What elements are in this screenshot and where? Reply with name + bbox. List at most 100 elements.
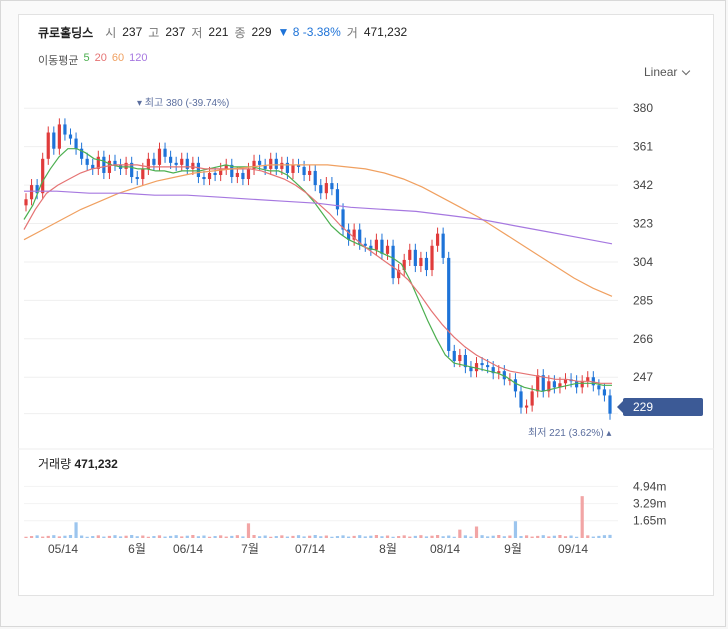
volume-bar	[291, 535, 295, 538]
volume-bar	[258, 536, 262, 538]
candle-body	[447, 257, 451, 351]
volume-bar	[480, 535, 484, 538]
candle-body	[241, 172, 245, 180]
volume-bar	[458, 529, 462, 538]
x-tick-label: 9월	[504, 542, 522, 556]
candle-body	[207, 172, 212, 180]
volume-bar	[324, 535, 328, 538]
candle-body	[413, 249, 417, 266]
candle-body	[274, 158, 278, 169]
volume-bar	[308, 535, 312, 538]
candle-body	[458, 354, 462, 362]
candle-body	[430, 245, 434, 271]
candle-body	[41, 158, 45, 194]
candle-body	[141, 168, 145, 180]
candle-body	[575, 381, 579, 388]
volume-bar	[169, 535, 173, 538]
volume-bar	[135, 536, 139, 538]
volume-title-label: 거래량	[38, 457, 72, 471]
candle-body	[135, 177, 139, 180]
candle-body	[85, 158, 89, 165]
volume-bar	[230, 535, 234, 538]
volume-bar	[352, 535, 356, 538]
volume-title: 거래량 471,232	[38, 455, 118, 472]
price-tick-label: 304	[633, 255, 653, 269]
candle-body	[180, 158, 184, 165]
volume-bar	[541, 535, 545, 538]
candle-body	[68, 134, 73, 139]
volume-bar	[185, 535, 189, 538]
volume-bar	[497, 535, 501, 538]
candle-body	[102, 156, 106, 173]
volume-bar	[46, 535, 50, 538]
candle-body	[608, 395, 612, 414]
candle-body	[486, 365, 490, 368]
volume-bar	[246, 523, 251, 538]
x-tick-label: 8월	[379, 542, 397, 556]
volume-bar	[29, 536, 34, 538]
volume-bar	[502, 536, 506, 538]
x-tick-label: 08/14	[430, 542, 460, 556]
candle-body	[602, 389, 607, 396]
volume-bar	[130, 535, 134, 538]
volume-bar	[580, 496, 584, 538]
price-tick-label: 342	[633, 178, 653, 192]
volume-bar	[363, 536, 367, 538]
candle-body	[330, 183, 334, 190]
volume-bar	[513, 521, 518, 538]
volume-bar	[424, 536, 429, 538]
volume-bar	[213, 536, 217, 538]
candle-body	[63, 124, 67, 135]
candle-body	[246, 168, 251, 180]
candle-body	[435, 233, 440, 246]
volume-bar	[330, 536, 334, 538]
volume-bar	[252, 535, 256, 538]
volume-bar	[536, 535, 540, 538]
candle-body	[302, 166, 306, 175]
candle-body	[513, 379, 518, 392]
price-chart[interactable]: 380 361 342 323 304 285 266 247 ▾ 최고 380 (-39.74…	[0, 0, 728, 629]
candle-body	[24, 199, 28, 206]
candle-body	[374, 239, 378, 250]
volume-bar	[224, 536, 228, 538]
volume-bar	[57, 536, 61, 538]
volume-bar	[157, 535, 162, 538]
volume-bar	[302, 536, 306, 538]
volume-bar	[391, 536, 395, 538]
current-price-tag: 229	[617, 398, 703, 416]
candle-body	[385, 245, 390, 254]
candle-body	[46, 132, 50, 159]
candle-body	[152, 158, 156, 165]
volume-bar	[235, 535, 239, 538]
volume-bar	[374, 535, 378, 538]
candle-body	[524, 405, 529, 408]
price-tick-label: 285	[633, 293, 653, 307]
volume-bar	[80, 535, 84, 538]
candle-body	[113, 160, 117, 165]
volume-tick-label: 1.65m	[633, 514, 666, 528]
volume-bar	[452, 536, 456, 538]
candle-body	[213, 172, 217, 175]
volume-bar	[486, 536, 490, 538]
x-tick-label: 06/14	[173, 542, 203, 556]
volume-bar	[524, 535, 529, 538]
volume-bar	[397, 536, 401, 538]
volume-bar	[341, 535, 345, 538]
candle-body	[319, 185, 323, 194]
candle-body	[157, 148, 162, 165]
volume-bar	[474, 526, 479, 538]
volume-bar	[263, 535, 267, 538]
price-tick-label: 266	[633, 332, 653, 346]
volume-bar	[441, 536, 445, 538]
volume-bar	[35, 535, 39, 538]
volume-bar	[402, 535, 406, 538]
low-annotation: 최저 221 (3.62%) ▴	[528, 427, 611, 439]
volume-bar	[519, 536, 523, 538]
volume-bar	[558, 535, 562, 538]
volume-bar	[591, 536, 595, 538]
candle-body	[480, 363, 484, 366]
candle-body	[408, 249, 412, 260]
candle-body	[29, 185, 34, 200]
volume-bar	[124, 535, 128, 538]
candle-body	[424, 257, 429, 271]
